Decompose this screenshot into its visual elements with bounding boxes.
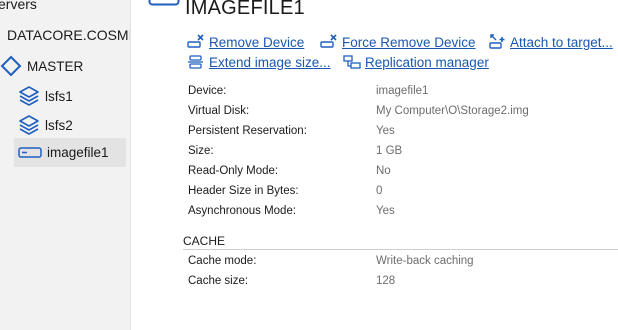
remove-device-icon [187,34,205,50]
extend-icon [187,54,205,70]
tree-item-lsfs2[interactable]: lsfs2 [18,111,73,139]
tree-item-label: lsfs1 [45,88,73,104]
remove-device-label: Remove Device [209,34,305,50]
page-title: IMAGEFILE1 [185,0,305,19]
tree-header-servers: ervers [0,0,37,12]
diamond-icon [0,55,22,77]
property-value-header-size: 0 [376,185,383,197]
section-divider [183,249,618,250]
property-value-cache-size: 128 [376,275,396,287]
tree-item-server[interactable]: DATACORE.COSMI [7,27,130,43]
cache-section-title: CACHE [183,234,226,248]
disk-image-icon [148,0,180,11]
tree-item-label: imagefile1 [47,145,109,160]
attach-icon [488,34,506,50]
property-value-cache-mode: Write-back caching [376,255,474,267]
attach-to-target-link[interactable]: Attach to target... [488,34,613,50]
property-label-cache-size: Cache size: [188,275,249,287]
layers-icon [18,85,40,107]
property-value-virtual-disk: My Computer\O\Storage2.img [376,105,529,117]
tree-item-label: lsfs2 [45,117,73,133]
property-value-persistent-reservation: Yes [376,125,395,137]
property-label-persistent-reservation: Persistent Reservation: [188,125,307,137]
replication-icon [343,54,361,70]
force-remove-device-label: Force Remove Device [342,34,476,50]
tree-item-label: MASTER [27,58,84,74]
attach-to-target-label: Attach to target... [510,34,613,50]
property-label-cache-mode: Cache mode: [188,255,257,267]
property-label-size: Size: [188,145,214,157]
extend-image-size-label: Extend image size... [209,54,331,70]
property-label-asynchronous-mode: Asynchronous Mode: [188,205,297,217]
tree-item-imagefile1[interactable]: imagefile1 [14,138,126,167]
navigation-tree: ervers DATACORE.COSMI MASTER lsfs1 lsfs2… [0,0,131,330]
tree-item-lsfs1[interactable]: lsfs1 [18,82,73,110]
property-label-device: Device: [188,85,227,97]
replication-manager-label: Replication manager [365,54,489,70]
property-label-header-size: Header Size in Bytes: [188,185,299,197]
extend-image-size-link[interactable]: Extend image size... [187,54,331,70]
disk-image-icon [18,146,42,160]
property-value-read-only-mode: No [376,165,391,177]
property-value-device: imagefile1 [376,85,429,97]
layers-icon [18,114,40,136]
property-value-asynchronous-mode: Yes [376,205,395,217]
force-remove-icon [320,34,338,50]
replication-manager-link[interactable]: Replication manager [343,54,489,70]
property-label-read-only-mode: Read-Only Mode: [188,165,279,177]
force-remove-device-link[interactable]: Force Remove Device [320,34,476,50]
property-value-size: 1 GB [376,145,403,157]
remove-device-link[interactable]: Remove Device [187,34,304,50]
property-label-virtual-disk: Virtual Disk: [188,105,250,117]
tree-item-master[interactable]: MASTER [0,53,83,79]
